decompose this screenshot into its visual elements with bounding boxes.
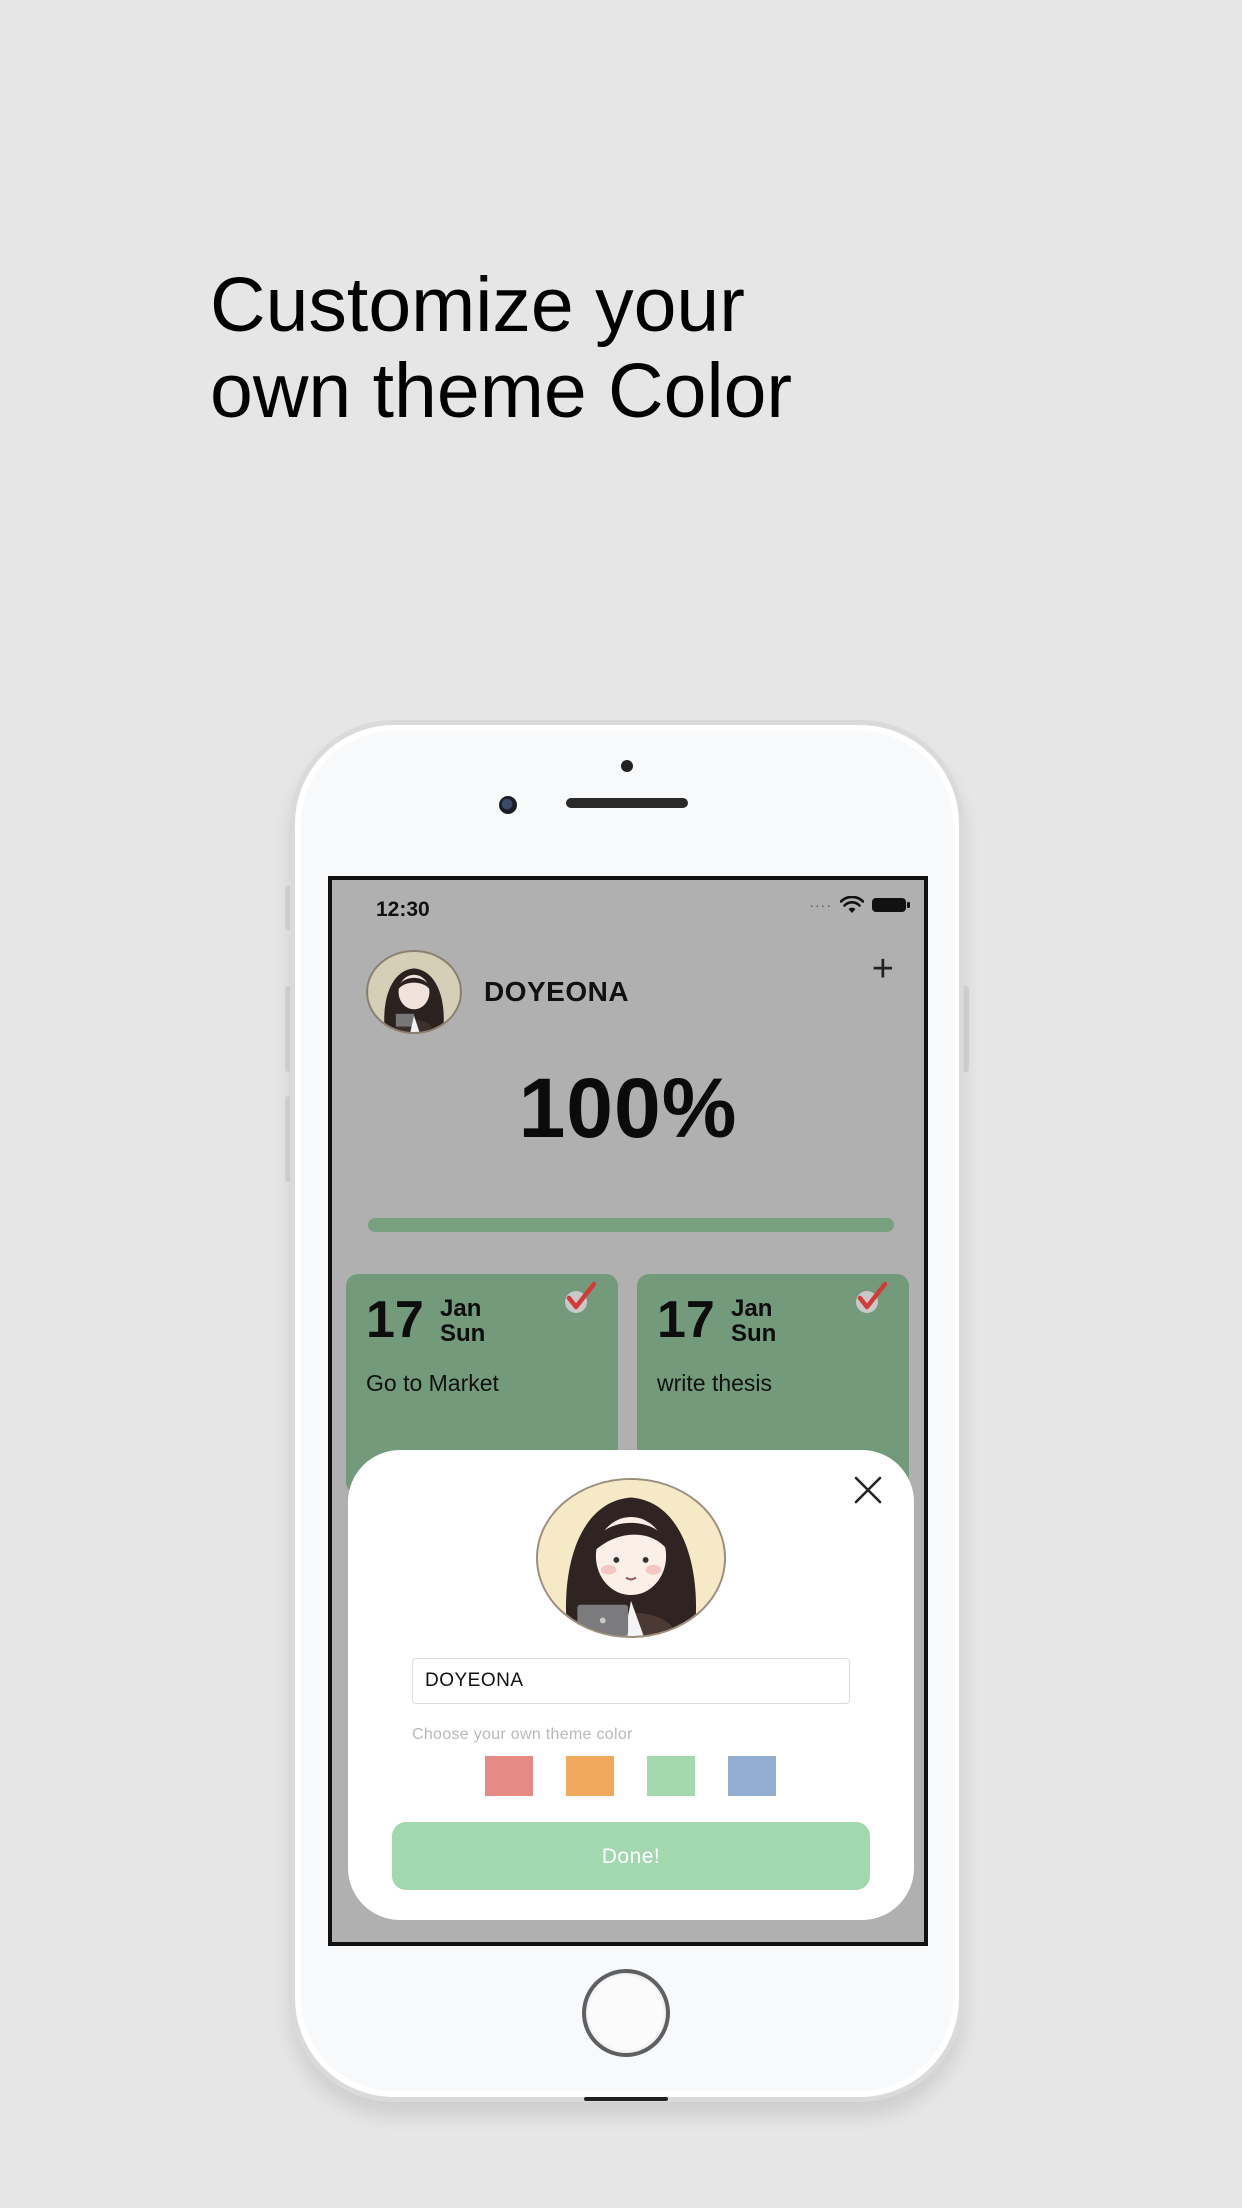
card-day: 17 bbox=[366, 1291, 424, 1349]
theme-swatch-green[interactable] bbox=[647, 1756, 695, 1796]
name-input[interactable] bbox=[412, 1658, 850, 1704]
card-date-text: Jan Sun bbox=[731, 1295, 777, 1348]
phone-bottom-edge bbox=[584, 2097, 668, 2101]
card-task-title: write thesis bbox=[657, 1370, 773, 1396]
done-button[interactable]: Done! bbox=[392, 1822, 870, 1890]
wifi-icon bbox=[840, 896, 864, 913]
card-month: Jan bbox=[440, 1295, 482, 1322]
card-month: Jan bbox=[731, 1295, 773, 1322]
check-icon[interactable] bbox=[851, 1278, 891, 1318]
card-weekday: Sun bbox=[731, 1320, 777, 1348]
theme-swatch-blue[interactable] bbox=[728, 1756, 776, 1796]
headline-line-1: Customize your bbox=[210, 262, 745, 348]
avatar[interactable] bbox=[366, 950, 462, 1034]
card-weekday: Sun bbox=[440, 1320, 486, 1348]
card-date-text: Jan Sun bbox=[440, 1295, 486, 1348]
theme-swatch-red[interactable] bbox=[485, 1756, 533, 1796]
card-task-title: Go to Market bbox=[366, 1370, 499, 1396]
progress-bar bbox=[368, 1218, 894, 1232]
add-button[interactable]: + bbox=[872, 950, 894, 988]
theme-swatch-orange[interactable] bbox=[566, 1756, 614, 1796]
proximity-sensor bbox=[621, 760, 633, 772]
earpiece-speaker bbox=[566, 798, 688, 808]
battery-icon bbox=[872, 898, 910, 912]
card-day: 17 bbox=[657, 1291, 715, 1349]
close-icon[interactable] bbox=[850, 1472, 886, 1508]
app-screen: 12:30 ···· DOYEONA + 100% 17 Jan Sun Go … bbox=[328, 876, 928, 1946]
progress-percent: 100% bbox=[518, 1061, 738, 1155]
status-icons: ···· bbox=[809, 896, 910, 914]
check-icon[interactable] bbox=[560, 1278, 600, 1318]
profile-avatar[interactable] bbox=[536, 1478, 726, 1638]
progress-bar-fill bbox=[368, 1218, 894, 1232]
headline-line-2: own theme Color bbox=[210, 348, 793, 434]
status-time: 12:30 bbox=[376, 898, 430, 921]
signal-dots: ···· bbox=[809, 897, 832, 913]
front-camera bbox=[499, 796, 517, 814]
home-button[interactable] bbox=[582, 1969, 670, 2057]
theme-hint: Choose your own theme color bbox=[412, 1726, 633, 1743]
theme-modal: Choose your own theme color Done! bbox=[348, 1450, 914, 1920]
username: DOYEONA bbox=[484, 976, 630, 1007]
headline: Customize your own theme Color bbox=[210, 262, 792, 434]
